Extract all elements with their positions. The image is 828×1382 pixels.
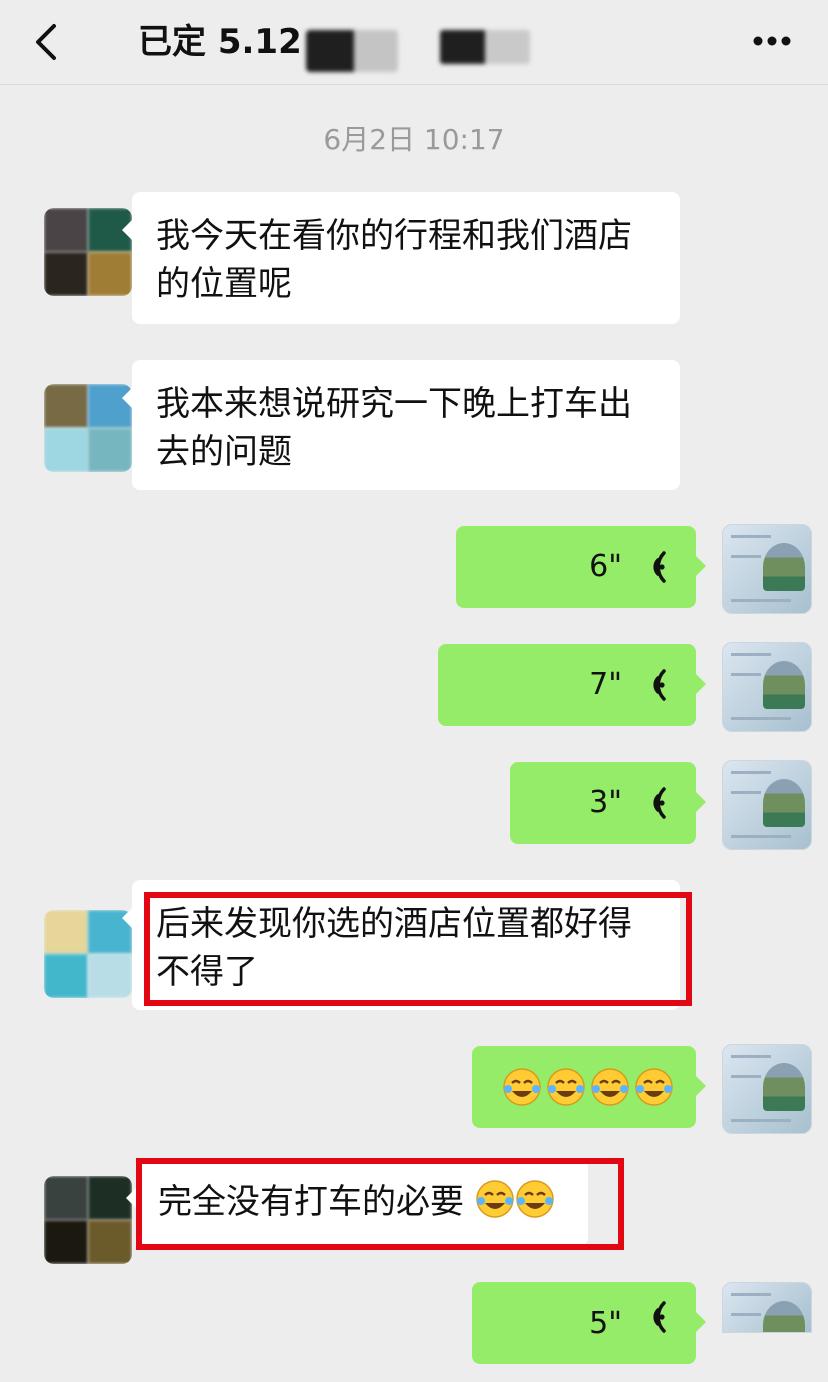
- voice-message-bubble[interactable]: 3": [510, 762, 706, 844]
- chat-header: 已定 5.12: [0, 0, 828, 85]
- message-bubble-incoming[interactable]: 我今天在看你的行程和我们酒店的位置呢: [122, 192, 680, 324]
- message-text: 我今天在看你的行程和我们酒店的位置呢: [156, 216, 632, 304]
- laughing-crying-emoji: [635, 1068, 673, 1106]
- voice-duration: 7": [589, 667, 622, 702]
- voice-duration: 6": [589, 549, 622, 584]
- my-avatar[interactable]: [722, 760, 812, 850]
- voice-message-bubble[interactable]: 6": [456, 526, 706, 608]
- back-icon[interactable]: [28, 20, 64, 64]
- red-highlight-box: [136, 1158, 624, 1250]
- my-avatar[interactable]: [722, 1044, 812, 1134]
- voice-duration: 3": [589, 785, 622, 820]
- contact-avatar[interactable]: [44, 910, 132, 998]
- laughing-crying-emoji: [503, 1068, 541, 1106]
- message-bubble-incoming[interactable]: 我本来想说研究一下晚上打车出去的问题: [122, 360, 680, 490]
- my-avatar[interactable]: [722, 1282, 812, 1333]
- message-text: 我本来想说研究一下晚上打车出去的问题: [156, 384, 632, 472]
- contact-avatar[interactable]: [44, 384, 132, 472]
- laughing-crying-emoji: [591, 1068, 629, 1106]
- contact-avatar[interactable]: [44, 1176, 132, 1264]
- red-highlight-box: [144, 892, 692, 1006]
- my-avatar[interactable]: [722, 524, 812, 614]
- my-avatar[interactable]: [722, 642, 812, 732]
- chat-title: 已定 5.12: [138, 22, 302, 62]
- voice-wave-icon: [653, 551, 666, 583]
- voice-duration: 5": [589, 1306, 622, 1341]
- emoji-message-bubble[interactable]: [472, 1046, 706, 1128]
- redacted-name-block: [440, 30, 530, 64]
- voice-message-bubble[interactable]: 7": [438, 644, 706, 726]
- voice-message-bubble[interactable]: 5": [472, 1282, 706, 1364]
- message-timestamp: 6月2日 10:17: [323, 123, 505, 156]
- voice-wave-icon: [653, 669, 666, 701]
- more-icon[interactable]: [750, 26, 794, 56]
- contact-avatar[interactable]: [44, 208, 132, 296]
- laughing-crying-emoji: [547, 1068, 585, 1106]
- emoji-row: [494, 1046, 674, 1128]
- voice-wave-icon: [653, 787, 666, 819]
- redacted-name-block: [306, 30, 398, 72]
- voice-wave-icon: [653, 1301, 666, 1333]
